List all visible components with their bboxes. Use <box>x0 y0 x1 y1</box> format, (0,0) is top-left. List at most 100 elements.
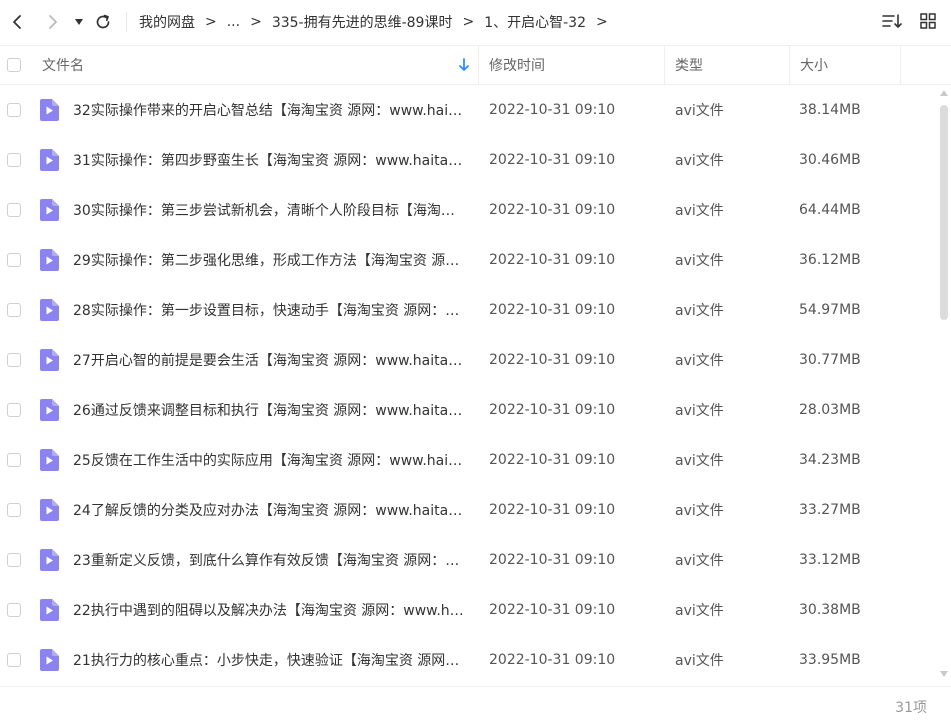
row-checkbox[interactable] <box>7 303 21 317</box>
row-checkbox[interactable] <box>7 553 21 567</box>
view-tools <box>867 10 939 32</box>
file-name-cell: 24了解反馈的分类及应对办法【海淘宝资 源网：www.haitaobaozi.c… <box>40 499 478 521</box>
file-size: 34.23MB <box>799 452 861 468</box>
video-file-icon <box>40 149 59 171</box>
file-size: 54.97MB <box>799 302 861 318</box>
column-header-time[interactable]: 修改时间 <box>478 46 664 84</box>
refresh-icon <box>96 14 110 29</box>
row-checkbox[interactable] <box>7 603 21 617</box>
breadcrumb-item-root[interactable]: 我的网盘 <box>139 12 195 32</box>
row-checkbox[interactable] <box>7 203 21 217</box>
file-type: avi文件 <box>675 353 724 369</box>
file-modified-time: 2022-10-31 09:10 <box>489 102 616 118</box>
file-name-cell: 25反馈在工作生活中的实际应用【海淘宝资 源网：www.haitaobaozi.… <box>40 449 478 471</box>
grid-view-button[interactable] <box>917 10 939 32</box>
file-name-cell: 27开启心智的前提是要会生活【海淘宝资 源网：www.haitaobaozi.c… <box>40 349 478 371</box>
video-file-icon <box>40 499 59 521</box>
file-name-cell: 22执行中遇到的阻碍以及解决办法【海淘宝资 源网：www.haitaobaozi… <box>40 599 478 621</box>
row-select-cell <box>0 385 42 435</box>
row-checkbox[interactable] <box>7 653 21 667</box>
file-name-cell: 29实际操作：第二步强化思维，形成工作方法【海淘宝资 源网：www.haitao… <box>40 249 478 271</box>
scroll-up-arrow-icon[interactable] <box>940 90 948 96</box>
file-modified-time: 2022-10-31 09:10 <box>489 502 616 518</box>
row-select-cell <box>0 185 42 235</box>
file-size: 33.27MB <box>799 502 861 518</box>
file-modified-time: 2022-10-31 09:10 <box>489 602 616 618</box>
row-checkbox[interactable] <box>7 153 21 167</box>
grid-view-icon <box>920 13 936 29</box>
file-size: 30.38MB <box>799 602 861 618</box>
file-modified-time: 2022-10-31 09:10 <box>489 252 616 268</box>
breadcrumb-item-collapsed[interactable]: ... <box>227 14 240 30</box>
table-row[interactable]: 30实际操作：第三步尝试新机会，清晰个人阶段目标【海淘宝资 源网：www.hai… <box>0 185 937 235</box>
file-name[interactable]: 25反馈在工作生活中的实际应用【海淘宝资 源网：www.haitaobaozi.… <box>73 450 467 470</box>
table-row[interactable]: 31实际操作：第四步野蛮生长【海淘宝资 源网：www.haitaobaozi.c… <box>0 135 937 185</box>
file-name[interactable]: 32实际操作带来的开启心智总结【海淘宝资 源网：www.haitaobaozi.… <box>73 100 467 120</box>
file-name[interactable]: 24了解反馈的分类及应对办法【海淘宝资 源网：www.haitaobaozi.c… <box>73 500 467 520</box>
status-bar: 31项 <box>0 686 951 721</box>
row-checkbox[interactable] <box>7 253 21 267</box>
column-header-type-label: 类型 <box>675 58 703 74</box>
scroll-down-arrow-icon[interactable] <box>940 671 948 677</box>
file-name[interactable]: 22执行中遇到的阻碍以及解决办法【海淘宝资 源网：www.haitaobaozi… <box>73 600 467 620</box>
table-row[interactable]: 23重新定义反馈，到底什么算作有效反馈【海淘宝资 源网：www.haitaoba… <box>0 535 937 585</box>
file-name[interactable]: 28实际操作：第一步设置目标，快速动手【海淘宝资 源网：www.haitaoba… <box>73 300 467 320</box>
item-count: 31项 <box>895 700 927 716</box>
file-modified-time: 2022-10-31 09:10 <box>489 402 616 418</box>
back-button[interactable] <box>4 9 30 35</box>
file-name-cell: 31实际操作：第四步野蛮生长【海淘宝资 源网：www.haitaobaozi.c… <box>40 149 478 171</box>
column-header-name-label: 文件名 <box>42 58 84 74</box>
file-name[interactable]: 26通过反馈来调整目标和执行【海淘宝资 源网：www.haitaobaozi.c… <box>73 400 467 420</box>
file-name-cell: 21执行力的核心重点：小步快走，快速验证【海淘宝资 源网：www.haitaob… <box>40 649 478 671</box>
table-row[interactable]: 29实际操作：第二步强化思维，形成工作方法【海淘宝资 源网：www.haitao… <box>0 235 937 285</box>
video-file-icon <box>40 249 59 271</box>
row-checkbox[interactable] <box>7 453 21 467</box>
file-type: avi文件 <box>675 203 724 219</box>
file-name[interactable]: 21执行力的核心重点：小步快走，快速验证【海淘宝资 源网：www.haitaob… <box>73 650 467 670</box>
row-checkbox[interactable] <box>7 403 21 417</box>
breadcrumb-item-current[interactable]: 1、开启心智-32 <box>484 12 586 32</box>
row-checkbox[interactable] <box>7 103 21 117</box>
column-header-name[interactable]: 文件名 <box>42 46 478 84</box>
table-row[interactable]: 32实际操作带来的开启心智总结【海淘宝资 源网：www.haitaobaozi.… <box>0 85 937 135</box>
row-select-cell <box>0 335 42 385</box>
select-all-checkbox[interactable] <box>7 58 21 72</box>
table-row[interactable]: 24了解反馈的分类及应对办法【海淘宝资 源网：www.haitaobaozi.c… <box>0 485 937 535</box>
refresh-button[interactable] <box>90 9 116 35</box>
column-header-type[interactable]: 类型 <box>664 46 789 84</box>
table-row[interactable]: 22执行中遇到的阻碍以及解决办法【海淘宝资 源网：www.haitaobaozi… <box>0 585 937 635</box>
file-name[interactable]: 30实际操作：第三步尝试新机会，清晰个人阶段目标【海淘宝资 源网：www.hai… <box>73 200 467 220</box>
forward-button[interactable] <box>40 9 66 35</box>
file-manager-window: 我的网盘 > ... > 335-拥有先进的思维-89课时 > 1、开启心智-3… <box>0 0 951 721</box>
file-type: avi文件 <box>675 403 724 419</box>
file-type: avi文件 <box>675 103 724 119</box>
file-name-cell: 23重新定义反馈，到底什么算作有效反馈【海淘宝资 源网：www.haitaoba… <box>40 549 478 571</box>
column-header-size[interactable]: 大小 <box>789 46 901 84</box>
file-name[interactable]: 27开启心智的前提是要会生活【海淘宝资 源网：www.haitaobaozi.c… <box>73 350 467 370</box>
file-name-cell: 30实际操作：第三步尝试新机会，清晰个人阶段目标【海淘宝资 源网：www.hai… <box>40 199 478 221</box>
row-select-cell <box>0 635 42 685</box>
row-checkbox[interactable] <box>7 503 21 517</box>
row-select-cell <box>0 135 42 185</box>
breadcrumb-item-course[interactable]: 335-拥有先进的思维-89课时 <box>272 12 453 32</box>
row-select-cell <box>0 435 42 485</box>
sort-toggle-button[interactable] <box>881 10 903 32</box>
video-file-icon <box>40 549 59 571</box>
file-name[interactable]: 23重新定义反馈，到底什么算作有效反馈【海淘宝资 源网：www.haitaoba… <box>73 550 467 570</box>
file-modified-time: 2022-10-31 09:10 <box>489 302 616 318</box>
file-name-cell: 32实际操作带来的开启心智总结【海淘宝资 源网：www.haitaobaozi.… <box>40 99 478 121</box>
table-row[interactable]: 21执行力的核心重点：小步快走，快速验证【海淘宝资 源网：www.haitaob… <box>0 635 937 685</box>
file-name[interactable]: 31实际操作：第四步野蛮生长【海淘宝资 源网：www.haitaobaozi.c… <box>73 150 467 170</box>
table-row[interactable]: 25反馈在工作生活中的实际应用【海淘宝资 源网：www.haitaobaozi.… <box>0 435 937 485</box>
table-row[interactable]: 28实际操作：第一步设置目标，快速动手【海淘宝资 源网：www.haitaoba… <box>0 285 937 335</box>
row-select-cell <box>0 585 42 635</box>
file-modified-time: 2022-10-31 09:10 <box>489 352 616 368</box>
vertical-scrollbar[interactable] <box>937 85 951 685</box>
file-type: avi文件 <box>675 253 724 269</box>
row-checkbox[interactable] <box>7 353 21 367</box>
table-row[interactable]: 26通过反馈来调整目标和执行【海淘宝资 源网：www.haitaobaozi.c… <box>0 385 937 435</box>
file-name[interactable]: 29实际操作：第二步强化思维，形成工作方法【海淘宝资 源网：www.haitao… <box>73 250 467 270</box>
history-dropdown-button[interactable] <box>70 9 88 35</box>
scrollbar-thumb[interactable] <box>940 105 948 320</box>
table-row[interactable]: 27开启心智的前提是要会生活【海淘宝资 源网：www.haitaobaozi.c… <box>0 335 937 385</box>
